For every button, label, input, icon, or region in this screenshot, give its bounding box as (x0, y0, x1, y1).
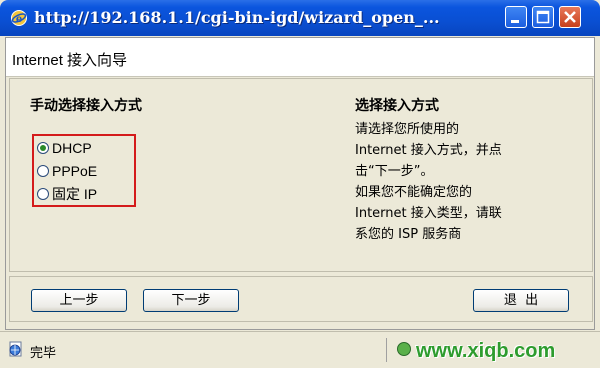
help-line: Internet 接入类型，请联 (355, 206, 502, 221)
radio-label: 固定 IP (52, 186, 98, 202)
radio-static-ip[interactable]: 固定 IP (37, 184, 97, 204)
radio-dhcp[interactable]: DHCP (37, 138, 92, 158)
browser-icon: e (10, 9, 28, 27)
radio-button[interactable] (37, 165, 49, 177)
browser-window: e http://192.168.1.1/cgi-bin-igd/wizard_… (0, 0, 600, 368)
next-button[interactable]: 下一步 (143, 289, 239, 312)
wizard-panel: 手动选择接入方式 选择接入方式 DHCP PPPoE 固定 IP 请选择您所使用… (9, 78, 593, 272)
radio-label: DHCP (52, 140, 92, 156)
help-line: 请选择您所使用的 (355, 122, 460, 137)
minimize-button[interactable] (505, 6, 527, 28)
radio-button-checked[interactable] (37, 142, 49, 154)
page-title: Internet 接入向导 (12, 52, 128, 69)
title-bar[interactable]: e http://192.168.1.1/cgi-bin-igd/wizard_… (0, 0, 600, 36)
zone-icon (396, 341, 412, 357)
help-line: Internet 接入方式，并点 (355, 143, 502, 158)
connection-type-group: DHCP PPPoE 固定 IP (32, 134, 136, 207)
status-text: 完毕 (30, 346, 57, 361)
help-description: 请选择您所使用的 Internet 接入方式，并点 击“下一步”。 如果您不能确… (355, 119, 585, 245)
radio-button[interactable] (37, 188, 49, 200)
previous-button[interactable]: 上一步 (31, 289, 127, 312)
help-line: 击“下一步”。 (355, 164, 434, 179)
svg-text:e: e (16, 14, 22, 25)
wizard-content: Internet 接入向导 手动选择接入方式 选择接入方式 DHCP PPPoE… (5, 37, 595, 330)
section-heading-select: 选择接入方式 (355, 98, 439, 114)
radio-label: PPPoE (52, 163, 98, 179)
window-title: http://192.168.1.1/cgi-bin-igd/wizard_op… (34, 8, 440, 27)
maximize-button[interactable] (532, 6, 554, 28)
exit-button[interactable]: 退 出 (473, 289, 569, 312)
close-button[interactable] (559, 6, 581, 28)
status-divider (386, 338, 387, 362)
page-done-icon (8, 341, 24, 357)
button-bar: 上一步 下一步 退 出 (9, 276, 593, 322)
radio-pppoe[interactable]: PPPoE (37, 161, 97, 181)
section-heading-manual: 手动选择接入方式 (30, 98, 142, 114)
wizard-header: Internet 接入向导 (6, 38, 594, 77)
help-line: 系您的 ISP 服务商 (355, 227, 462, 242)
watermark-text: www.xiqb.com (416, 340, 556, 362)
help-line: 如果您不能确定您的 (355, 185, 473, 200)
